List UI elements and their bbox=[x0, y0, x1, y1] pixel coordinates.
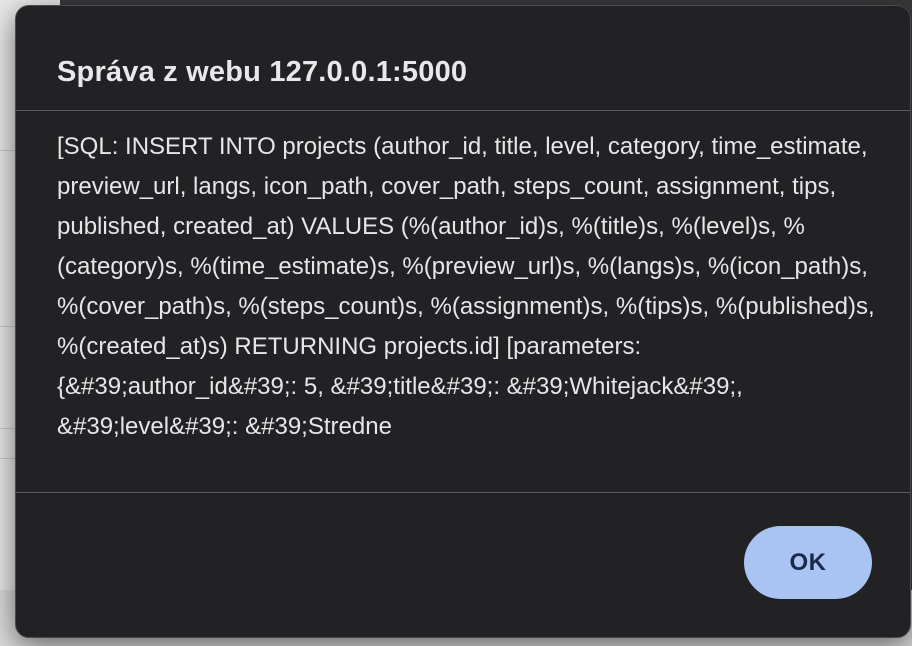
footer-divider bbox=[16, 492, 910, 493]
message-scroll-area[interactable]: [SQL: INSERT INTO projects (author_id, t… bbox=[57, 127, 877, 491]
dialog-message: [SQL: INSERT INTO projects (author_id, t… bbox=[57, 133, 875, 440]
dialog-title: Správa z webu 127.0.0.1:5000 bbox=[57, 56, 468, 88]
title-divider bbox=[16, 110, 910, 111]
ok-button[interactable]: OK bbox=[744, 526, 872, 599]
alert-dialog: Správa z webu 127.0.0.1:5000 [SQL: INSER… bbox=[15, 5, 911, 638]
